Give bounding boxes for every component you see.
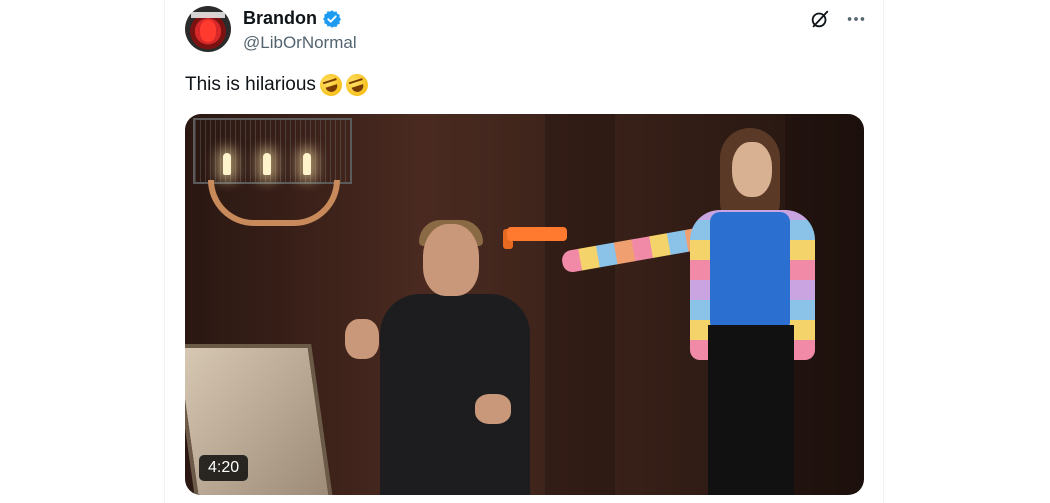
post-text: This is hilarious xyxy=(185,71,371,99)
woman-shirt xyxy=(710,212,790,332)
video-duration-badge: 4:20 xyxy=(199,455,249,481)
video-figure-woman xyxy=(680,120,830,495)
rolling-laughing-emoji-icon xyxy=(317,71,345,99)
grok-icon[interactable] xyxy=(809,8,831,30)
man-hand xyxy=(345,319,379,359)
verified-badge-icon xyxy=(323,9,341,28)
rolling-laughing-emoji-icon xyxy=(343,71,371,99)
author-handle[interactable]: @LibOrNormal xyxy=(243,33,357,53)
woman-face xyxy=(732,142,772,197)
avatar-face xyxy=(200,20,216,42)
video-figure-man xyxy=(345,220,555,495)
toy-gun xyxy=(507,227,567,241)
man-head xyxy=(423,224,479,296)
author-name-row: Brandon xyxy=(243,8,342,29)
chandelier-bulb xyxy=(303,153,311,175)
man-hand xyxy=(475,394,511,424)
video-player[interactable]: 4:20 xyxy=(185,114,864,495)
chandelier-bulb xyxy=(263,153,271,175)
post-text-content: This is hilarious xyxy=(185,74,316,95)
avatar-band xyxy=(191,12,225,18)
chandelier-ring xyxy=(208,180,340,226)
tweet-card: Brandon @LibOrNormal This is hilarious 4… xyxy=(164,0,884,503)
post-actions-top xyxy=(809,8,867,30)
author-avatar[interactable] xyxy=(185,6,231,52)
chandelier-cage xyxy=(193,118,352,184)
grok-icon-svg xyxy=(811,10,829,28)
wall-panel xyxy=(545,114,615,495)
man-coat xyxy=(380,294,530,495)
chandelier xyxy=(193,118,353,228)
author-name[interactable]: Brandon xyxy=(243,8,317,29)
more-icon[interactable] xyxy=(845,8,867,30)
chandelier-bulb xyxy=(223,153,231,175)
woman-pants xyxy=(708,325,794,495)
more-icon-svg xyxy=(847,17,865,21)
